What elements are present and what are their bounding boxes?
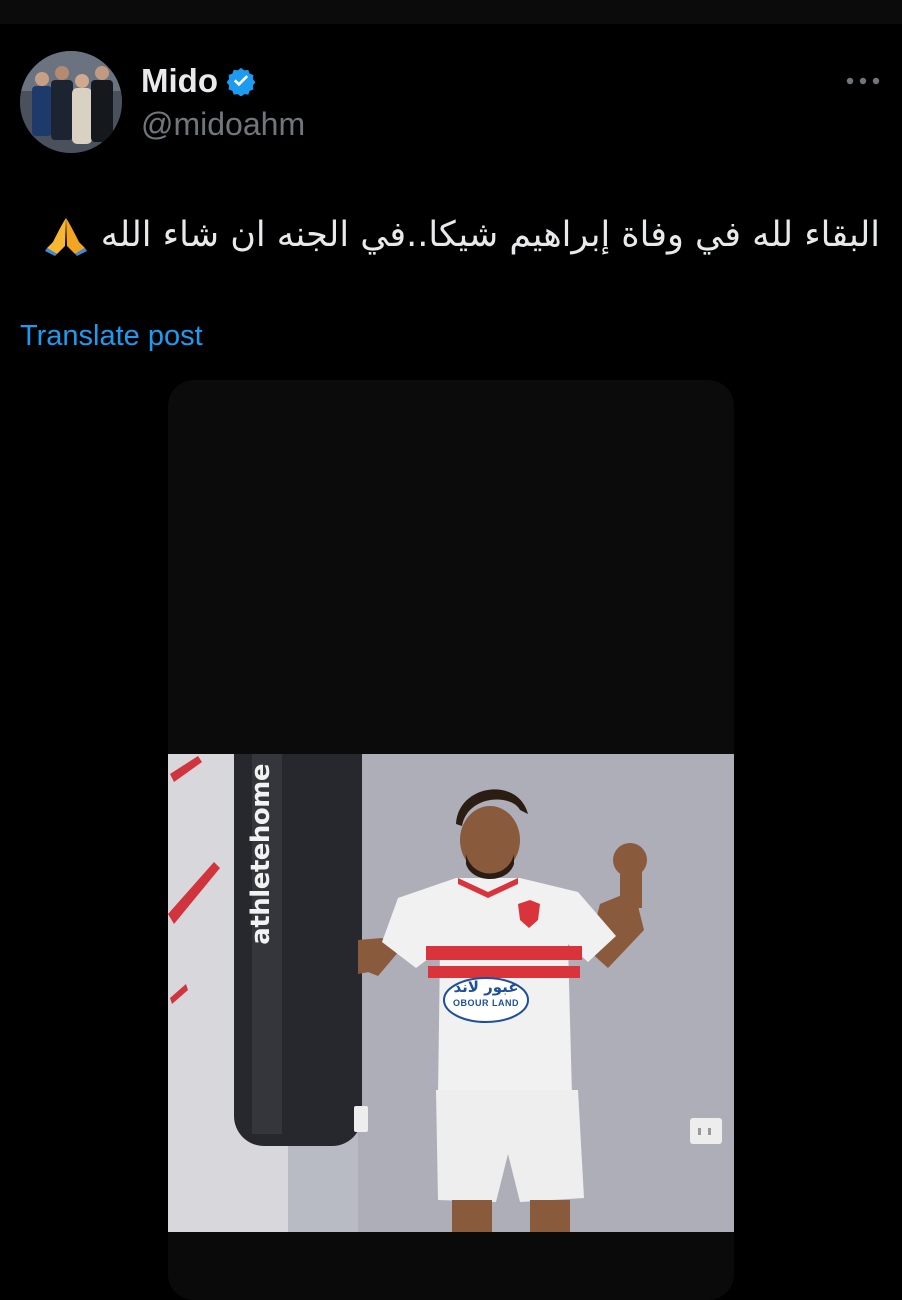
verified-badge-icon: [226, 67, 256, 96]
post-header: Mido @midoahm: [0, 24, 902, 174]
profile-photo-icon: [20, 51, 122, 153]
post-text-content: البقاء لله في وفاة إبراهيم شيكا..في الجن…: [100, 215, 880, 255]
sponsor-arabic: عبور لاند: [453, 978, 519, 996]
display-name-text: Mido: [141, 62, 218, 99]
more-options-icon[interactable]: [846, 76, 880, 86]
user-handle[interactable]: @midoahm: [141, 106, 305, 143]
folded-hands-emoji-icon: [44, 218, 87, 256]
shirt-sponsor: عبور لاند OBOUR LAND: [443, 979, 529, 1021]
translate-post-link[interactable]: Translate post: [20, 320, 203, 353]
post-text: البقاء لله في وفاة إبراهيم شيكا..في الجن…: [20, 210, 880, 260]
display-name[interactable]: Mido: [141, 62, 256, 100]
avatar[interactable]: [20, 51, 122, 153]
status-strip: [0, 0, 902, 24]
media-bottom-area: [168, 1232, 734, 1300]
media-card[interactable]: athletehome عبور لاند OBOUR LAND: [168, 380, 734, 1300]
sponsor-english: OBOUR LAND: [453, 998, 519, 1008]
post-image[interactable]: athletehome عبور لاند OBOUR LAND: [168, 754, 734, 1232]
bag-brand-label: athletehome: [246, 764, 276, 945]
